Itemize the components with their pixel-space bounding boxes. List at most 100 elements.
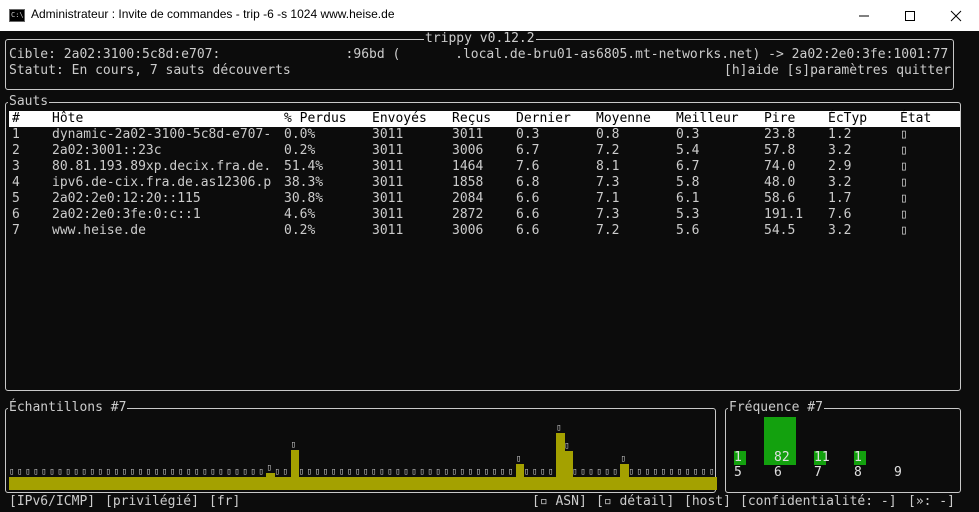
sample-marker: ▯ [57, 467, 63, 477]
cell-7: 6.7 [676, 159, 700, 174]
sample-marker: ▯ [403, 467, 409, 477]
cell-5: 6.6 [516, 223, 540, 238]
cell-5: 6.8 [516, 175, 540, 190]
sample-marker: ▯ [708, 467, 715, 477]
cell-10: ▯ [900, 175, 908, 190]
sample-marker: ▯ [588, 467, 594, 477]
status-item: [»: -] [908, 494, 955, 509]
sample-marker: ▯ [186, 467, 192, 477]
cell-0: 1 [12, 127, 20, 142]
sample-marker: ▯ [427, 467, 433, 477]
status-item: [host] [684, 494, 731, 509]
sample-marker: ▯ [628, 467, 634, 477]
sample-marker: ▯ [612, 467, 618, 477]
cell-2: 0.2% [284, 223, 316, 238]
samples-panel: Échantillons #7 ▯ ▯ ▯ ▯ ▯ ▯ ▯ ▯ ▯ ▯ ▯ ▯ ▯ ▯ ▯ ▯ ▯ ▯ ▯ ▯ ▯ ▯ ▯ ▯… [5, 400, 718, 493]
hops-panel[interactable]: Sauts # Hôte % Perdus Envoyés Reçus Dernier Mo… [5, 94, 961, 391]
status-item: [privilégié] [105, 494, 199, 509]
sample-marker: ▯ [419, 467, 425, 477]
cell-3: 3011 [372, 127, 404, 142]
table-row[interactable]: 2 2a02:3001::23c 0.2% 3011 3006 6.7 7.2 5.4 57.8… [9, 143, 960, 159]
cell-6: 8.1 [596, 159, 620, 174]
window-title: Administrateur : Invite de commandes - t… [31, 7, 395, 21]
target-line: Cible: 2a02:3100:5c8d:e707: :96bd ( .loc… [9, 47, 949, 62]
window-titlebar[interactable]: C:\ Administrateur : Invite de commandes… [0, 0, 979, 31]
sample-marker: ▯ [137, 467, 144, 477]
sample-marker: ▯ [338, 467, 345, 477]
cell-9: 3.2 [828, 223, 852, 238]
sample-marker: ▯ [105, 467, 111, 477]
sample-marker: ▯ [129, 467, 136, 477]
terminal-area[interactable]: trippy v0.12.2 Cible: 2a02:3100:5c8d:e70… [0, 31, 979, 512]
app-title: trippy v0.12.2 [424, 31, 536, 47]
cell-9: 7.6 [828, 207, 852, 222]
sample-marker: ▯ [25, 467, 31, 477]
cell-7: 5.4 [676, 143, 700, 158]
sample-marker: ▯ [314, 467, 321, 477]
status-item: [▫ détail] [596, 494, 675, 509]
table-row[interactable]: 5 2a02:2e0:12:20::115 30.8% 3011 2084 6.6 7.1 6… [9, 191, 960, 207]
sample-marker: ▯ [202, 467, 208, 477]
cell-4: 3006 [452, 143, 484, 158]
cell-2: 51.4% [284, 159, 324, 174]
cell-1: 2a02:2e0:3fe:0:c::1 [52, 207, 201, 222]
close-button[interactable] [933, 0, 979, 31]
cell-5: 6.6 [516, 191, 540, 206]
cell-6: 7.2 [596, 143, 620, 158]
samples-panel-title: Échantillons #7 [8, 400, 128, 416]
minimize-button[interactable] [841, 0, 887, 31]
frequency-bucket-label: 7 [814, 465, 822, 480]
cell-2: 30.8% [284, 191, 324, 206]
cell-6: 7.1 [596, 191, 620, 206]
hops-table-header[interactable]: # Hôte % Perdus Envoyés Reçus Dernier Moyenne M… [9, 111, 960, 127]
column-header-1: Hôte [52, 111, 84, 126]
table-row[interactable]: 1 dynamic-2a02-3100-5c8d-e707- 0.0% 3011 301… [9, 127, 960, 143]
column-header-10: État [900, 111, 932, 126]
cell-6: 0.8 [596, 127, 620, 142]
cell-3: 3011 [372, 143, 404, 158]
maximize-button[interactable] [887, 0, 933, 31]
column-header-8: Pire [764, 111, 796, 126]
cell-8: 54.5 [764, 223, 796, 238]
cell-1: ipv6.de-cix.fra.de.as12306.p [52, 175, 272, 190]
sample-marker: ▯ [49, 467, 55, 477]
cell-6: 7.3 [596, 207, 620, 222]
status-item: [confidentialité: -] [740, 494, 897, 509]
sample-marker: ▯ [556, 423, 562, 433]
cell-7: 6.1 [676, 191, 700, 206]
column-header-7: Meilleur [676, 111, 739, 126]
cell-0: 4 [12, 175, 20, 190]
sample-marker: ▯ [145, 467, 152, 477]
sample-marker: ▯ [363, 467, 369, 477]
sample-marker: ▯ [684, 467, 691, 477]
table-row[interactable]: 4 ipv6.de-cix.fra.de.as12306.p 38.3% 3011 18… [9, 175, 960, 191]
cell-4: 1464 [452, 159, 484, 174]
sample-marker: ▯ [459, 467, 465, 477]
sample-marker: ▯ [194, 467, 200, 477]
cell-5: 6.7 [516, 143, 540, 158]
cell-8: 191.1 [764, 207, 804, 222]
cell-9: 3.2 [828, 175, 852, 190]
cell-9: 1.7 [828, 191, 852, 206]
sample-marker: ▯ [523, 467, 530, 477]
cell-4: 1858 [452, 175, 484, 190]
table-row[interactable]: 6 2a02:2e0:3fe:0:c::1 4.6% 3011 2872 6.6 7.3 5.… [9, 207, 960, 223]
cell-1: dynamic-2a02-3100-5c8d-e707- [52, 127, 272, 142]
cell-3: 3011 [372, 207, 404, 222]
sample-marker: ▯ [620, 454, 626, 464]
sample-marker: ▯ [346, 467, 353, 477]
column-header-4: Reçus [452, 111, 492, 126]
sample-marker: ▯ [89, 467, 95, 477]
sample-marker: ▯ [330, 467, 337, 477]
samples-chart: ▯ ▯ ▯ ▯ ▯ ▯ ▯ ▯ ▯ ▯ ▯ ▯ ▯ ▯ ▯ ▯ ▯ ▯ ▯ ▯ ▯ ▯ ▯ ▯ ▯ ▯ ▯ ▯ ▯ ▯ ▯ ▯ ▯ ▯ ▯ ▯ ▯ ▯ ▯ ▯… [9, 423, 718, 490]
cell-10: ▯ [900, 191, 908, 206]
help-hint: [h]aide [s]paramètres quitter [724, 63, 951, 78]
cell-2: 0.2% [284, 143, 316, 158]
cell-3: 3011 [372, 175, 404, 190]
table-row[interactable]: 7 www.heise.de 0.2% 3011 3006 6.6 7.2 5.6 54.5 3.… [9, 223, 960, 239]
cell-9: 2.9 [828, 159, 852, 174]
table-row[interactable]: 3 80.81.193.89xp.decix.fra.de. 51.4% 3011 14… [9, 159, 960, 175]
sample-marker: ▯ [242, 467, 248, 477]
sample-marker: ▯ [596, 467, 602, 477]
sample-marker: ▯ [700, 467, 707, 477]
